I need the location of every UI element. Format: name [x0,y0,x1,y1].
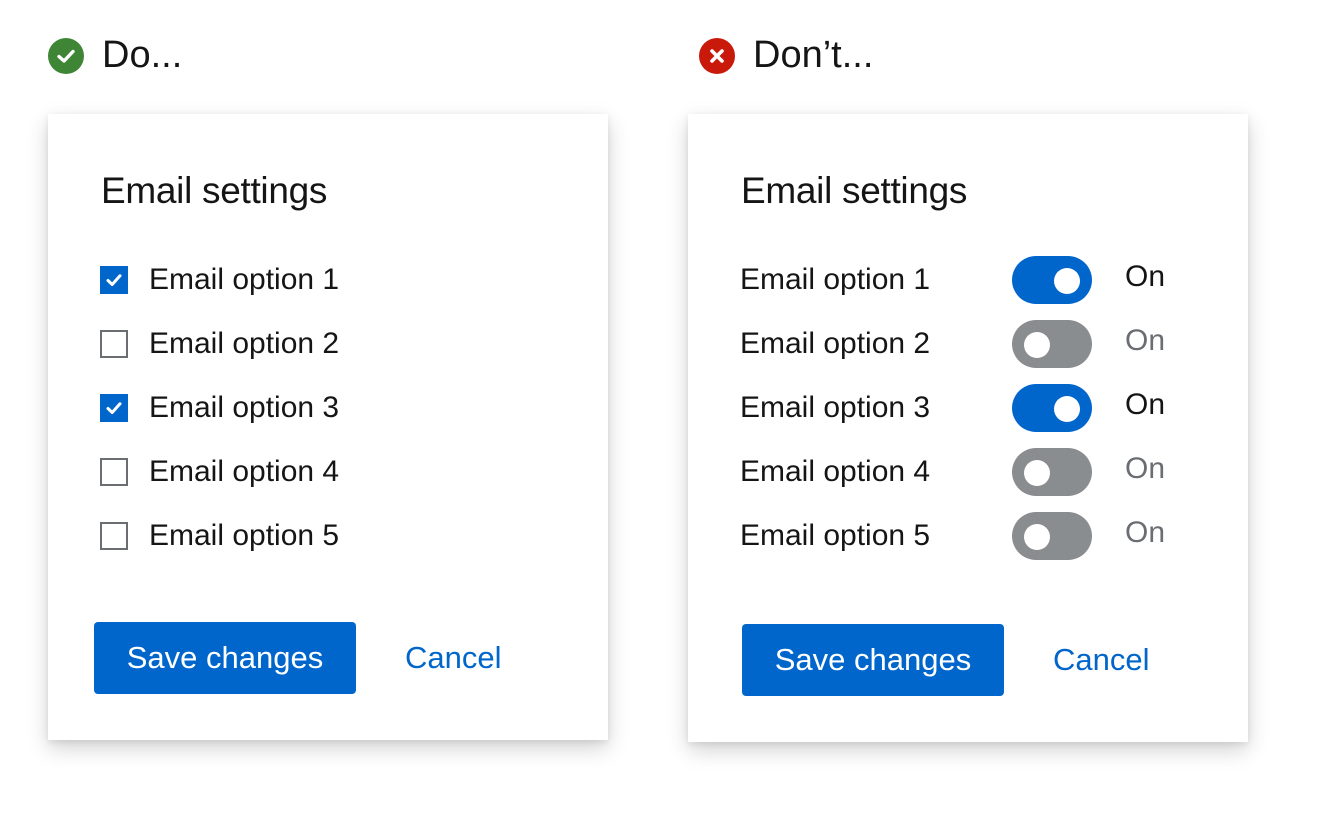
cancel-button[interactable]: Cancel [405,640,502,676]
times-circle-icon [699,37,735,74]
option-label: Email option 2 [149,327,340,360]
option-label: Email option 5 [149,519,340,552]
save-changes-button[interactable]: Save changes [742,624,1004,696]
toggle-switch[interactable] [1012,320,1092,368]
toggle-knob [1024,460,1050,486]
toggle-switch[interactable] [1012,256,1092,304]
card-title: Email settings [101,170,328,211]
checkbox[interactable] [100,458,128,486]
email-option-4-row: Email option 4 [740,452,930,492]
email-option-3-row[interactable]: Email option 3 [100,388,339,428]
toggle-state-label: On [1125,324,1166,357]
do-heading: Do... [48,34,182,77]
dont-heading: Don’t... [699,34,873,77]
checkbox[interactable] [100,522,128,550]
email-option-5-row: Email option 5 [740,516,930,556]
email-option-2-row: Email option 2 [740,324,930,364]
toggle-state-label: On [1125,260,1166,293]
toggle-state-label: On [1125,452,1166,485]
email-settings-card-toggles: Email settings Email option 1 On Email o… [688,114,1248,742]
email-settings-card-checkboxes: Email settings Email option 1 Email opti… [48,114,608,740]
option-label: Email option 3 [149,391,340,424]
dont-heading-text: Don’t... [753,34,874,76]
checkbox[interactable] [100,266,128,294]
option-label: Email option 5 [740,519,931,552]
check-circle-icon [48,37,84,74]
toggle-knob [1054,268,1080,294]
option-label: Email option 1 [740,263,931,296]
option-label: Email option 2 [740,327,931,360]
toggle-knob [1024,332,1050,358]
save-changes-button[interactable]: Save changes [94,622,356,694]
toggle-switch[interactable] [1012,448,1092,496]
toggle-state-label: On [1125,388,1166,421]
email-option-4-row[interactable]: Email option 4 [100,452,339,492]
checkmark-icon [106,274,122,286]
toggle-state-label: On [1125,516,1166,549]
option-label: Email option 3 [740,391,931,424]
card-title: Email settings [741,170,968,211]
email-option-2-row[interactable]: Email option 2 [100,324,339,364]
email-option-1-row[interactable]: Email option 1 [100,260,339,300]
option-label: Email option 1 [149,263,340,296]
toggle-switch[interactable] [1012,512,1092,560]
email-option-5-row[interactable]: Email option 5 [100,516,339,556]
checkmark-icon [106,402,122,414]
toggle-knob [1024,524,1050,550]
do-heading-text: Do... [102,34,183,76]
toggle-knob [1054,396,1080,422]
checkbox[interactable] [100,330,128,358]
option-label: Email option 4 [740,455,931,488]
checkbox[interactable] [100,394,128,422]
option-label: Email option 4 [149,455,340,488]
cancel-button[interactable]: Cancel [1053,642,1150,678]
email-option-1-row: Email option 1 [740,260,930,300]
email-option-3-row: Email option 3 [740,388,930,428]
toggle-switch[interactable] [1012,384,1092,432]
